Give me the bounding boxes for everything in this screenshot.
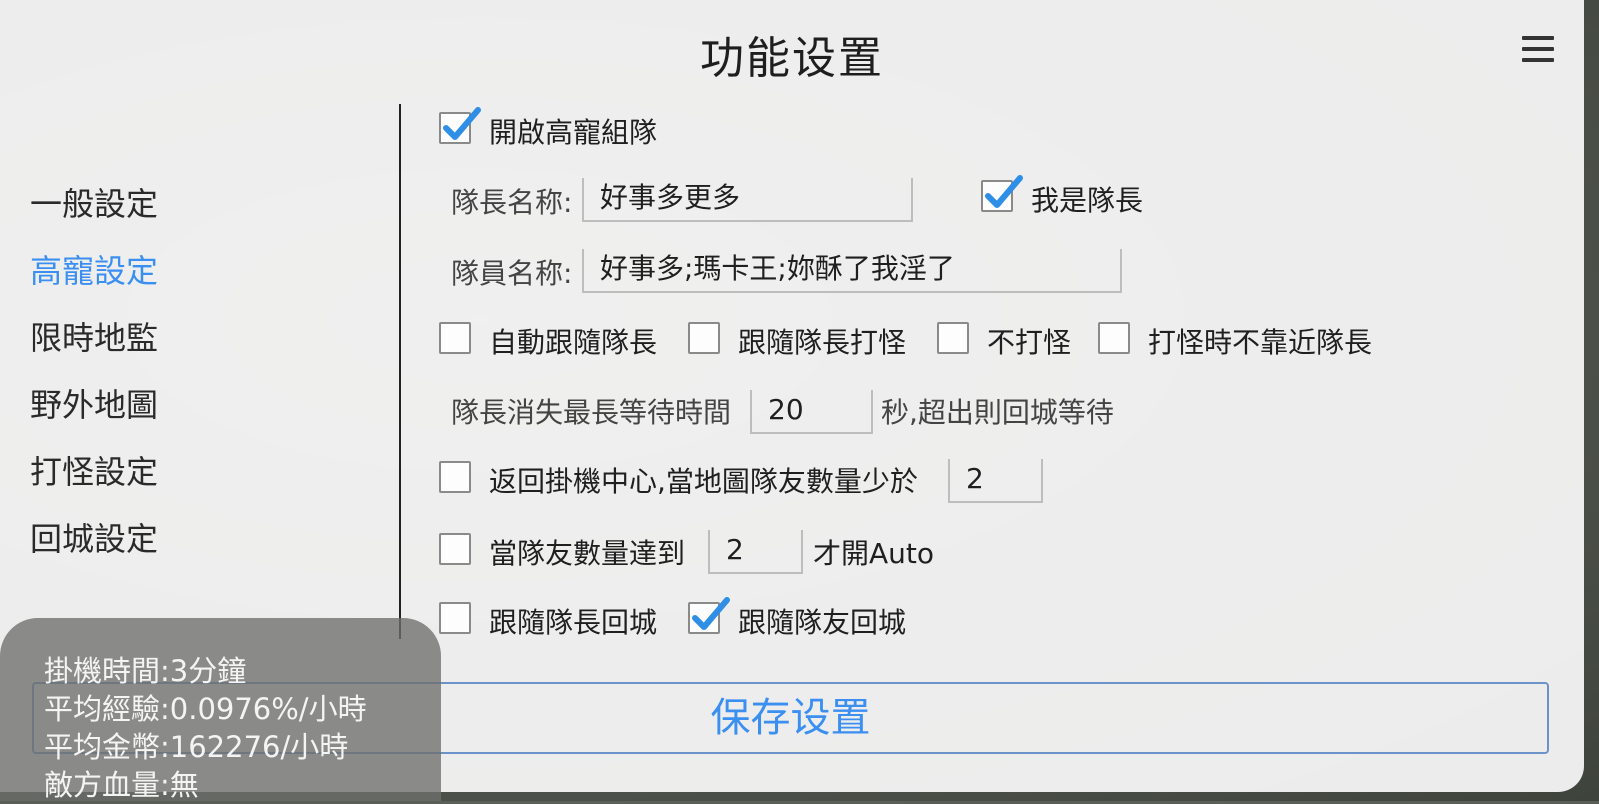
no-fight-checkbox[interactable]: [937, 322, 969, 354]
enemy-hp: 敵方血量:無: [44, 768, 199, 802]
team-count-auto-suffix: 才開Auto: [813, 537, 935, 570]
leader-wait-suffix: 秒,超出則回城等待: [881, 396, 1114, 429]
sidebar: 一般設定 高寵設定 限時地監 野外地圖 打怪設定 回城設定: [30, 178, 158, 580]
menu-icon[interactable]: [1522, 36, 1554, 62]
avg-gold: 平均金幣:162276/小時: [44, 730, 349, 764]
follow-leader-return-label: 跟隨隊長回城: [489, 606, 658, 639]
avg-exp: 平均經驗:0.0976%/小時: [44, 692, 367, 726]
divider: [399, 104, 401, 639]
i-am-leader-label: 我是隊長: [1031, 184, 1144, 217]
return-center-label: 返回掛機中心,當地圖隊友數量少於: [489, 465, 918, 498]
sidebar-item-field-map[interactable]: 野外地圖: [30, 379, 158, 446]
member-names-label: 隊員名称:: [451, 257, 573, 290]
return-center-input[interactable]: 2: [948, 459, 1043, 503]
return-center-checkbox[interactable]: [439, 461, 471, 493]
follow-team-return-checkbox[interactable]: [688, 597, 730, 634]
page-title: 功能设置: [700, 33, 884, 84]
check-icon: [692, 597, 730, 630]
enable-team-label: 開啟高寵組隊: [489, 116, 658, 149]
i-am-leader-checkbox[interactable]: [981, 175, 1023, 212]
sidebar-item-timed-dungeon[interactable]: 限時地監: [30, 312, 158, 379]
enable-team-checkbox[interactable]: [439, 107, 481, 144]
sidebar-item-return-town[interactable]: 回城設定: [30, 513, 158, 580]
sidebar-item-fight[interactable]: 打怪設定: [30, 446, 158, 513]
no-fight-label: 不打怪: [987, 326, 1072, 359]
leader-wait-input[interactable]: 20: [750, 390, 873, 434]
auto-follow-leader-checkbox[interactable]: [439, 322, 471, 354]
leader-wait-prefix: 隊長消失最長等待時間: [451, 396, 732, 429]
team-count-auto-input[interactable]: 2: [708, 530, 803, 574]
team-count-auto-checkbox[interactable]: [439, 533, 471, 565]
check-icon: [443, 107, 481, 140]
auto-follow-leader-label: 自動跟隨隊長: [489, 326, 658, 359]
sidebar-item-general[interactable]: 一般設定: [30, 178, 158, 245]
follow-leader-fight-label: 跟隨隊長打怪: [738, 326, 907, 359]
leader-name-label: 隊長名称:: [451, 186, 573, 219]
follow-leader-return-checkbox[interactable]: [439, 602, 471, 634]
idle-time: 掛機時間:3分鐘: [44, 654, 247, 688]
check-icon: [985, 175, 1023, 208]
no-approach-leader-checkbox[interactable]: [1098, 322, 1130, 354]
leader-name-input[interactable]: 好事多更多: [582, 178, 913, 222]
team-count-auto-prefix: 當隊友數量達到: [489, 537, 686, 570]
sidebar-item-pet[interactable]: 高寵設定: [30, 245, 158, 312]
follow-team-return-label: 跟隨隊友回城: [738, 606, 907, 639]
member-names-input[interactable]: 好事多;瑪卡王;妳酥了我淫了: [582, 249, 1122, 293]
stats-overlay: 掛機時間:3分鐘 平均經驗:0.0976%/小時 平均金幣:162276/小時 …: [0, 618, 441, 802]
no-approach-leader-label: 打怪時不靠近隊長: [1148, 326, 1373, 359]
follow-leader-fight-checkbox[interactable]: [688, 322, 720, 354]
